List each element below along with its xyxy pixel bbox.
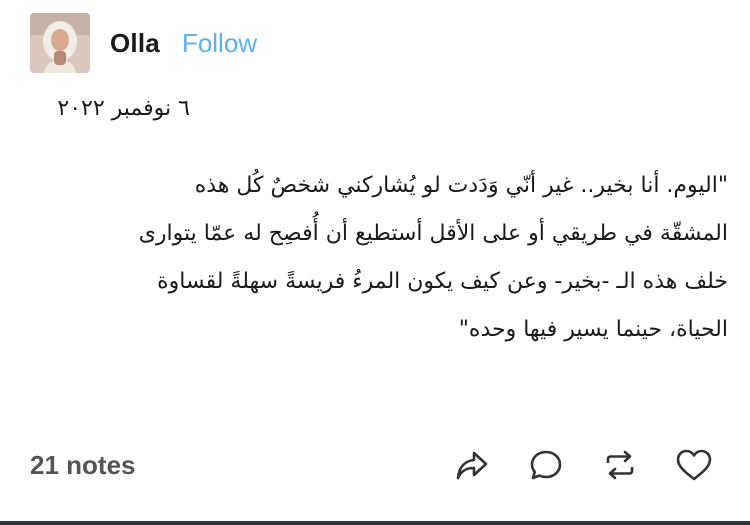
post-body-line: "اليوم. أنا بخير.. غير أنّي وَدَدت لو يُ… [194,173,728,198]
post-body-line: خلف هذه الـ -بخير- وعن كيف يكون المرءُ ف… [157,269,728,294]
post-body-line: الحياة، حينما يسير فيها وحده" [458,317,728,342]
share-icon [456,451,488,480]
reblog-icon [606,450,634,480]
share-button[interactable] [452,445,492,485]
author-name[interactable]: Olla [110,28,160,59]
heart-icon [676,449,712,481]
reply-button[interactable] [526,445,566,485]
avatar-image [30,13,90,73]
notes-count[interactable]: 21 notes [30,450,136,481]
avatar[interactable] [30,13,90,73]
post-date: ٦ نوفمبر ٢٠٢٢ [57,96,190,121]
post-header: Olla Follow [30,13,257,73]
like-button[interactable] [674,445,714,485]
reply-icon [530,450,562,480]
post-actions [452,445,714,485]
follow-button[interactable]: Follow [182,28,257,59]
reblog-button[interactable] [600,445,640,485]
post-body-line: المشقّة في طريقي أو على الأقل أستطيع أن … [138,221,728,246]
post-footer: 21 notes [30,440,714,490]
post-body: "اليوم. أنا بخير.. غير أنّي وَدَدت لو يُ… [30,162,728,354]
bottom-divider [0,521,750,525]
